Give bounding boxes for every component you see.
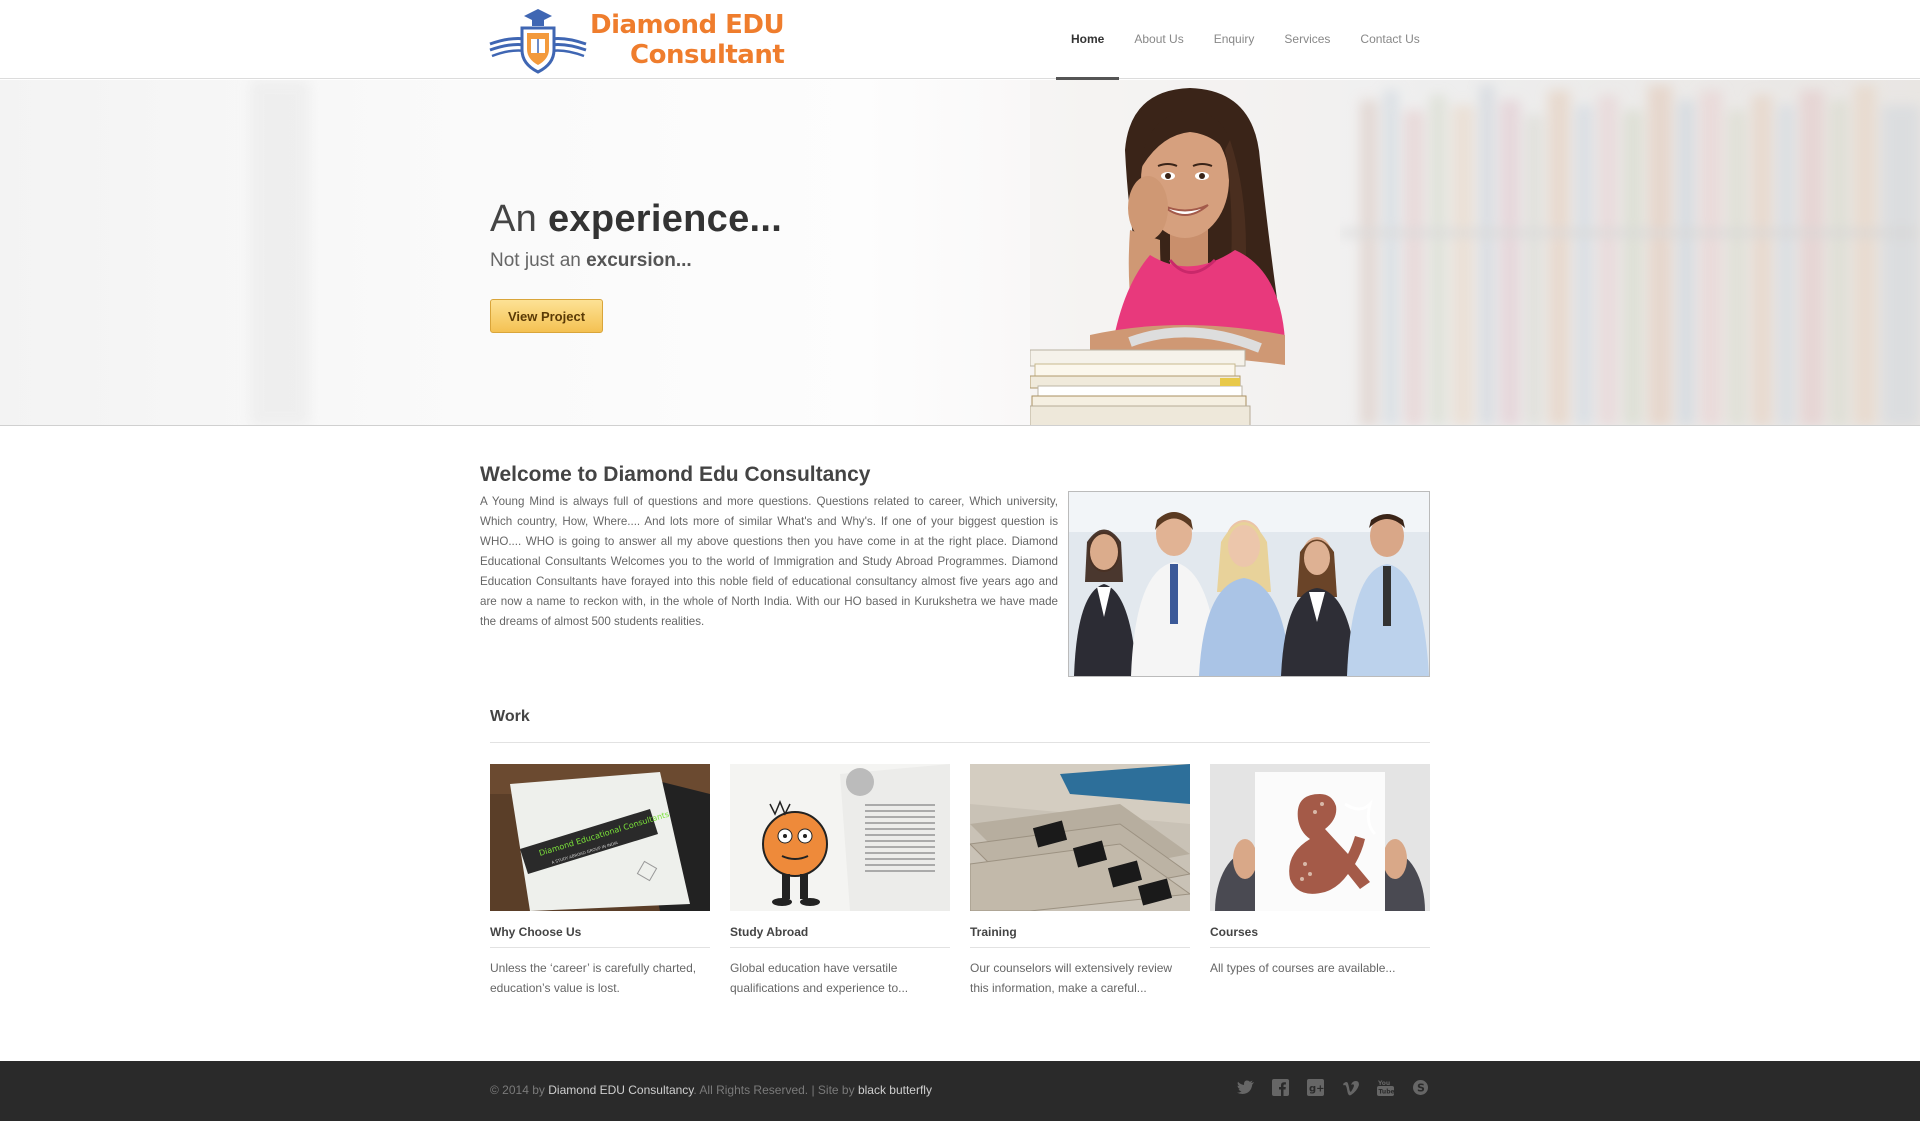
work-item-title[interactable]: Training <box>970 925 1190 948</box>
work-item-why-choose-us[interactable]: Diamond Educational Consultants A STUDY … <box>490 764 710 998</box>
hero-title: An experience... <box>490 198 782 241</box>
welcome-paragraph: A Young Mind is always full of questions… <box>480 495 1058 628</box>
work-section-title: Work <box>490 708 530 725</box>
google-plus-icon[interactable]: g+ <box>1306 1078 1325 1097</box>
nav-services[interactable]: Services <box>1269 0 1345 79</box>
nav-enquiry[interactable]: Enquiry <box>1199 0 1270 79</box>
nav-contact-us[interactable]: Contact Us <box>1345 0 1434 79</box>
welcome-title: Welcome to Diamond Edu Consultancy <box>480 463 871 486</box>
social-links: g+ You Tube S <box>1236 1078 1430 1097</box>
work-item-title[interactable]: Courses <box>1210 925 1430 948</box>
site-header: Diamond EDU Consultant Home About Us Enq… <box>0 0 1920 80</box>
hero-banner: An experience... Not just an excursion..… <box>0 80 1920 426</box>
work-item-description: Our counselors will extensively review t… <box>970 961 1173 995</box>
vimeo-icon[interactable] <box>1341 1078 1360 1097</box>
team-photo-image <box>1068 491 1430 677</box>
team-people-illustration <box>1069 492 1429 676</box>
site-logo[interactable]: Diamond EDU Consultant <box>488 6 785 74</box>
twitter-icon[interactable] <box>1236 1078 1255 1097</box>
svg-text:You: You <box>1377 1080 1390 1087</box>
nav-home[interactable]: Home <box>1056 0 1120 80</box>
work-item-courses[interactable]: Courses All types of courses are availab… <box>1210 764 1430 978</box>
designer-link[interactable]: black butterfly <box>858 1083 932 1097</box>
student-with-books-image <box>1030 80 1340 425</box>
svg-text:g+: g+ <box>1309 1084 1324 1095</box>
hero-subtitle: Not just an excursion... <box>490 250 692 272</box>
work-item-description: All types of courses are available... <box>1210 961 1396 975</box>
footer-copyright: © 2014 by Diamond EDU Consultancy. All R… <box>490 1083 932 1097</box>
view-project-button[interactable]: View Project <box>490 299 603 333</box>
logo-text: Diamond EDU Consultant <box>590 10 785 70</box>
hero-subtitle-bold: excursion... <box>586 250 692 271</box>
nav-about-us[interactable]: About Us <box>1119 0 1198 79</box>
facebook-icon[interactable] <box>1271 1078 1290 1097</box>
work-item-study-abroad[interactable]: Study Abroad Global education have versa… <box>730 764 950 998</box>
svg-text:Tube: Tube <box>1379 1089 1395 1096</box>
folders-image[interactable] <box>970 764 1190 911</box>
copyright-middle: . All Rights Reserved. | Site by <box>693 1083 855 1097</box>
site-footer: © 2014 by Diamond EDU Consultancy. All R… <box>0 1061 1920 1121</box>
main-nav: Home About Us Enquiry Services Contact U… <box>1056 0 1435 80</box>
work-item-title[interactable]: Study Abroad <box>730 925 950 948</box>
skype-icon[interactable]: S <box>1411 1078 1430 1097</box>
work-item-description: Unless the ‘career’ is carefully charted… <box>490 961 697 995</box>
hero-subtitle-light: Not just an <box>490 250 581 271</box>
svg-text:S: S <box>1417 1082 1425 1095</box>
work-divider <box>490 742 1430 743</box>
hero-title-bold: experience... <box>547 198 783 240</box>
copyright-prefix: © 2014 by <box>490 1083 545 1097</box>
logo-line-1: Diamond EDU <box>590 10 785 40</box>
work-item-training[interactable]: Training Our counselors will extensively… <box>970 764 1190 998</box>
work-item-description: Global education have versatile qualific… <box>730 961 909 995</box>
graduation-shield-icon <box>489 9 587 74</box>
youtube-icon[interactable]: You Tube <box>1376 1078 1395 1097</box>
logo-line-2: Consultant <box>630 40 785 70</box>
brochure-image[interactable]: Diamond Educational Consultants A STUDY … <box>490 764 710 911</box>
work-item-title[interactable]: Why Choose Us <box>490 925 710 948</box>
ampersand-poster-image[interactable] <box>1210 764 1430 911</box>
hero-title-light: An <box>490 198 538 240</box>
company-link[interactable]: Diamond EDU Consultancy <box>548 1083 693 1097</box>
bookshelf-background-image <box>250 80 1920 425</box>
cartoon-magazine-image[interactable] <box>730 764 950 911</box>
